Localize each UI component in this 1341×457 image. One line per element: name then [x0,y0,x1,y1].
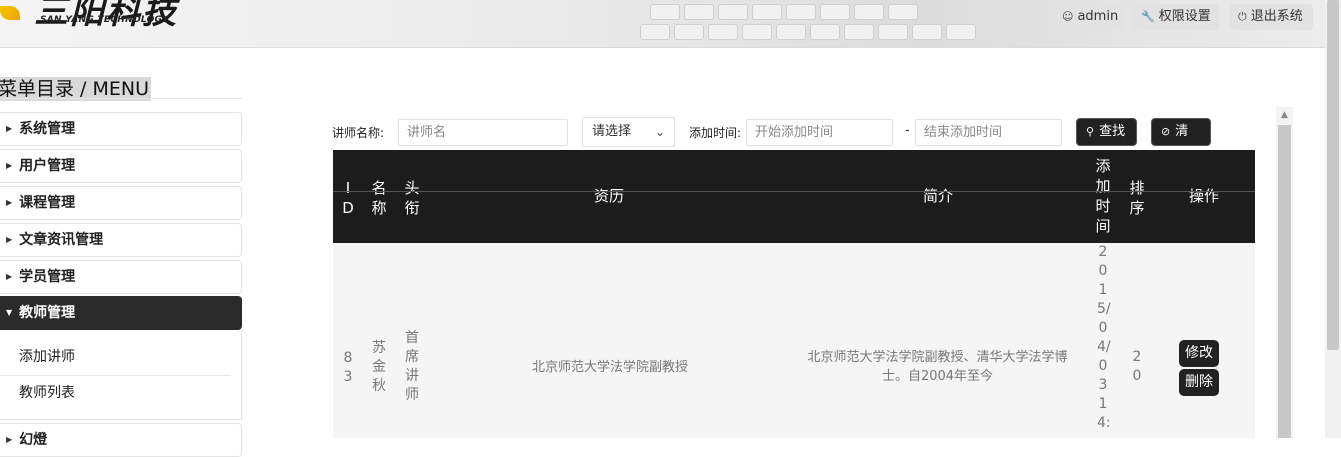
sidebar-submenu-teachers: 添加讲师 教师列表 [0,330,242,420]
caret-right-icon: ▶ [6,435,13,444]
logo-mark-icon [0,6,20,20]
sidebar-item-users[interactable]: ▶ 用户管理 [0,149,242,183]
table-scrollbar-thumb[interactable] [1278,125,1291,438]
clear-button[interactable]: ⊘清空 [1151,118,1211,165]
header-title: 头衔 [404,179,420,217]
header-id: ID [341,178,355,218]
keyboard-background-image [620,0,1060,40]
page-scrollbar-thumb[interactable] [1327,0,1339,350]
user-icon: ☺ [1062,10,1074,23]
sidebar-item-label: 学员管理 [19,269,76,285]
logo-subtext: SAN YANG TECHNOLOGY [40,15,169,25]
chevron-down-icon: ⌄ [654,125,665,139]
caret-down-icon: ▼ [6,308,13,317]
header-sort: 排序 [1129,179,1145,217]
permission-settings-button[interactable]: 🔧 权限设置 [1133,4,1219,30]
sidebar-item-label: 课程管理 [19,195,76,211]
logout-button[interactable]: ⏻ 退出系统 [1230,4,1313,30]
sidebar-item-articles[interactable]: ▶ 文章资讯管理 [0,223,242,257]
power-icon: ⏻ [1238,10,1247,23]
page-scrollbar[interactable] [1325,0,1341,438]
sidebar-item-label: 用户管理 [19,158,76,174]
cell-title: 首席讲师 [405,330,419,403]
header-name: 名称 [371,179,387,217]
caret-right-icon: ▶ [6,235,13,244]
delete-button[interactable]: 删除 [1179,369,1219,396]
table-row: 83 苏金秋 首席讲师 北京师范大学法学院副教授 北京师范大学法学院副教授、清华… [333,243,1255,438]
header-intro: 简介 [922,187,953,205]
end-time-input[interactable]: 结束添加时间 [915,119,1062,146]
cell-qualification: 北京师范大学法学院副教授 [531,360,688,375]
top-header: 三阳科技 SAN YANG TECHNOLOGY ☺ admin 🔧 权限设置 … [0,0,1325,48]
caret-right-icon: ▶ [6,272,13,281]
sidebar-divider [0,98,243,99]
caret-right-icon: ▶ [6,161,13,170]
wrench-icon: 🔧 [1141,10,1155,23]
sidebar-subitem-teacher-list[interactable]: 教师列表 [0,376,231,411]
add-time-label: 添加时间: [689,126,742,140]
date-range-dash: - [905,123,910,138]
edit-button[interactable]: 修改 [1179,340,1219,367]
user-button[interactable]: ☺ admin [1054,4,1123,30]
sidebar-item-system[interactable]: ▶ 系统管理 [0,112,242,146]
header-rule [333,191,1255,192]
search-icon: ⚲ [1086,125,1095,138]
sidebar-item-courses[interactable]: ▶ 课程管理 [0,186,242,220]
permission-settings-label: 权限设置 [1158,9,1211,24]
sidebar-item-label: 系统管理 [19,121,76,137]
header-add-time: 添加时间 [1095,157,1111,235]
sidebar-item-teachers[interactable]: ▼ 教师管理 [0,296,242,330]
user-label: admin [1077,9,1119,24]
status-select[interactable]: 请选择 ⌄ [582,117,675,147]
teacher-name-label: 讲师名称: [332,126,385,140]
cell-intro: 北京师范大学法学院副教授、清华大学法学博士。自2004年至今 [807,350,1068,384]
sidebar-item-label: 教师管理 [19,305,76,321]
header-qualification: 资历 [593,187,624,205]
sidebar-item-label: 幻燈 [19,432,48,448]
sidebar-subitem-add-teacher[interactable]: 添加讲师 [0,340,231,376]
search-button[interactable]: ⚲ 查找 [1076,118,1137,146]
teacher-name-input[interactable]: 讲师名 [398,119,568,146]
header-actions: 操作 [1188,187,1219,205]
table-scrollbar[interactable]: ▲ [1276,107,1293,438]
scroll-up-icon[interactable]: ▲ [1276,107,1293,124]
ban-icon: ⊘ [1161,125,1171,138]
sidebar-item-students[interactable]: ▶ 学员管理 [0,260,242,294]
sidebar-item-slides[interactable]: ▶ 幻燈 [0,423,242,457]
cell-add-time: 2015/04/031 4: [1097,244,1111,431]
caret-right-icon: ▶ [6,124,13,133]
sidebar-item-label: 文章资讯管理 [19,232,104,248]
cell-id: 83 [343,350,353,385]
logout-label: 退出系统 [1250,9,1303,24]
start-time-input[interactable]: 开始添加时间 [746,119,893,146]
cell-sort: 20 [1132,349,1142,384]
caret-right-icon: ▶ [6,198,13,207]
status-select-value: 请选择 [592,124,632,139]
search-button-label: 查找 [1099,124,1126,139]
header-id-text: ID [342,179,354,217]
table-header: ID 名称 头衔 资历 简介 添加时间 排序 操作 [333,150,1255,243]
cell-name: 苏金秋 [372,340,386,394]
